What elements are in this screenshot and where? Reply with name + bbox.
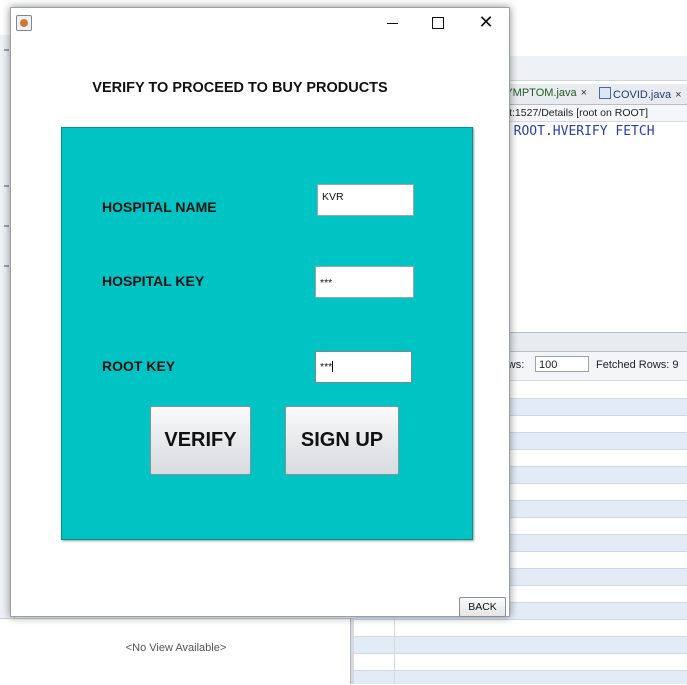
table-row[interactable] [354, 671, 687, 684]
max-rows-input[interactable]: 100 [535, 356, 589, 372]
page-title: VERIFY TO PROCEED TO BUY PRODUCTS [92, 80, 388, 96]
result-toolbar: rows: 100 Fetched Rows: 9 [496, 352, 687, 381]
java-app-icon [16, 15, 32, 31]
sql-editor-text[interactable]: M ROOT.HVERIFY FETCH [498, 124, 687, 139]
close-button[interactable]: ✕ [463, 8, 509, 38]
tab-symptom-java[interactable]: SYMPTOM.java × [498, 87, 587, 99]
editor-tab-bar: SYMPTOM.java × COVID.java × [496, 84, 687, 105]
table-row[interactable] [354, 637, 687, 654]
sign-up-button[interactable]: SIGN UP [285, 406, 399, 475]
tab-covid-java[interactable]: COVID.java × [599, 87, 682, 101]
maximize-button[interactable] [415, 8, 461, 38]
editor-toolbar [496, 56, 687, 81]
output-tab[interactable]: . × [496, 332, 687, 352]
connection-info: ost:1527/Details [root on ROOT] [496, 105, 687, 122]
back-button[interactable]: BACK [459, 597, 506, 617]
gutter-mark [4, 225, 9, 227]
table-row[interactable] [354, 620, 687, 637]
root-key-value: *** [320, 361, 333, 373]
verify-form-panel: HOSPITAL NAME KVR HOSPITAL KEY *** ROOT … [61, 127, 473, 540]
verify-button[interactable]: VERIFY [150, 406, 251, 475]
hospital-key-field[interactable]: *** [315, 266, 414, 298]
tab-covid-label: COVID.java [613, 89, 672, 101]
fetched-rows-label: Fetched Rows: 9 [596, 359, 679, 371]
gutter-mark [4, 49, 9, 51]
minimize-icon [386, 22, 398, 24]
title-bar[interactable]: ✕ [11, 8, 509, 38]
close-icon: ✕ [478, 12, 494, 33]
gutter-mark [4, 265, 9, 267]
table-row[interactable] [354, 654, 687, 671]
hospital-name-field[interactable]: KVR [317, 184, 414, 216]
no-view-label: <No View Available> [125, 642, 227, 654]
minimize-button[interactable] [369, 8, 415, 38]
text-caret [332, 361, 334, 372]
maximize-icon [432, 17, 444, 29]
gutter-mark [4, 185, 9, 187]
close-icon[interactable]: × [581, 87, 587, 99]
verify-dialog: ✕ VERIFY TO PROCEED TO BUY PRODUCTS HOSP… [10, 7, 510, 617]
root-key-label: ROOT KEY [102, 358, 176, 374]
close-icon[interactable]: × [675, 89, 681, 101]
hospital-name-label: HOSPITAL NAME [102, 199, 217, 215]
java-file-icon [599, 87, 611, 99]
root-key-field[interactable]: *** [315, 351, 412, 383]
hospital-key-label: HOSPITAL KEY [102, 273, 205, 289]
